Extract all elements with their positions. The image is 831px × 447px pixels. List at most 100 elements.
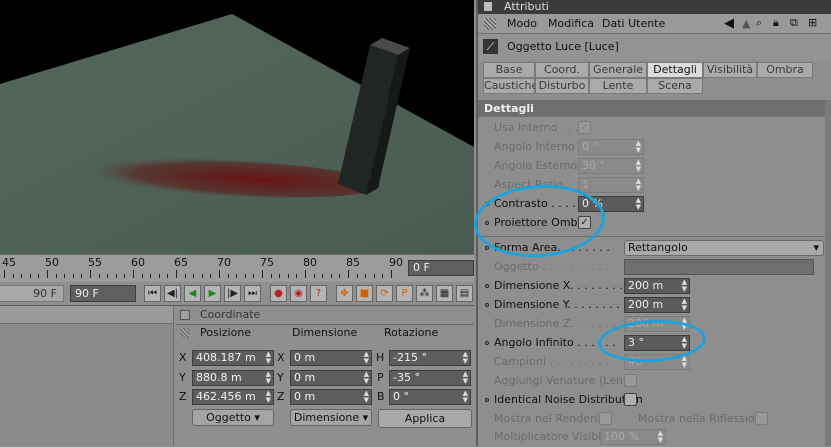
position-y-field[interactable]: 880.8 m ▲ ▼ xyxy=(192,370,274,386)
rotation-b-field[interactable]: 0 ° ▲ ▼ xyxy=(389,389,471,405)
menu-modo[interactable]: Modo xyxy=(507,17,537,30)
tab-generale[interactable]: Generale xyxy=(589,62,647,78)
apply-button[interactable]: Applica xyxy=(378,409,472,428)
lock-icon[interactable]: 🔒︎ xyxy=(773,16,779,30)
timeline-icon[interactable]: ▦ xyxy=(436,285,453,302)
keyframe-dot-icon[interactable] xyxy=(485,221,489,225)
go-to-end-icon[interactable]: ⏭ xyxy=(244,285,261,302)
keyframe-dot-icon[interactable] xyxy=(485,202,489,206)
range-start-field[interactable]: 90 F xyxy=(0,285,64,302)
help-icon[interactable]: ? xyxy=(310,285,327,302)
autokey-icon[interactable]: ◉ xyxy=(290,285,307,302)
play-backward-icon[interactable]: ◀ xyxy=(184,285,201,302)
tab-base[interactable]: Base xyxy=(483,62,535,78)
param-dimensione-y: Dimensione Y. . . . . . . . 200 m ▲ ▼ xyxy=(478,296,829,315)
tick-mark xyxy=(348,270,349,278)
timeline-ruler[interactable]: 45 50 55 60 65 70 75 80 85 90 xyxy=(0,254,474,282)
tick-mark xyxy=(115,274,117,278)
tick-mark xyxy=(72,274,74,278)
tab-visibilita[interactable]: Visibilità xyxy=(703,62,757,78)
tick-mark xyxy=(158,274,160,278)
object-header: ⟋ Oggetto Luce [Luce] xyxy=(478,34,831,60)
angolo-esterno-field[interactable]: 30 ° ▲ ▼ xyxy=(578,158,644,174)
dimension-mode-dropdown[interactable]: Dimensione ▾ xyxy=(290,409,372,426)
keyframe-dot-icon[interactable] xyxy=(485,284,489,288)
dimension-y-field[interactable]: 0 m ▲ ▼ xyxy=(290,370,372,386)
go-to-start-icon[interactable]: ⏮ xyxy=(144,285,161,302)
rotation-h-field[interactable]: -215 ° ▲ ▼ xyxy=(389,350,471,366)
oggetto-link-field[interactable] xyxy=(624,259,814,275)
move-icon[interactable]: ✥ xyxy=(336,285,353,302)
dimension-x-field[interactable]: 0 m ▲ ▼ xyxy=(290,350,372,366)
contrasto-field[interactable]: 0 % ▲ ▼ xyxy=(578,196,644,212)
tick-mark xyxy=(227,274,229,278)
attribute-manager: Attributi Modo Modifica Dati Utente ◀ ▲ … xyxy=(476,0,831,446)
new-window-icon[interactable]: ⊞ xyxy=(808,16,817,29)
next-key-icon[interactable]: |▶ xyxy=(224,285,241,302)
tick-mark xyxy=(47,270,48,278)
coord-toggle-checkbox[interactable] xyxy=(180,310,190,320)
dimensione-x-field[interactable]: 200 m ▲ ▼ xyxy=(624,278,690,294)
up-arrow-icon[interactable]: ▲ xyxy=(742,17,750,30)
attributes-scrollbar[interactable] xyxy=(825,100,831,446)
history-icon[interactable]: ⧉ xyxy=(790,16,798,30)
record-icon[interactable]: ● xyxy=(270,285,287,302)
aspect-ratio-field[interactable]: 1 ▲ ▼ xyxy=(578,177,644,193)
angolo-infinito-field[interactable]: 3 ° ▲ ▼ xyxy=(624,335,690,351)
search-icon[interactable]: ⌕ xyxy=(756,16,762,30)
keyframe-dot-icon[interactable] xyxy=(485,246,489,250)
tick-mark xyxy=(55,274,57,278)
tick-mark xyxy=(124,274,126,278)
keyframe-dot-icon[interactable] xyxy=(485,341,489,345)
range-end-field[interactable]: 90 F xyxy=(70,285,136,302)
tick-label: 65 xyxy=(174,256,188,269)
position-x-field[interactable]: 408.187 m ▲ ▼ xyxy=(192,350,274,366)
dimensione-z-field[interactable]: 200 m ▲ ▼ xyxy=(624,316,690,332)
proiettore-ombre-checkbox[interactable]: ✓ xyxy=(578,216,591,229)
back-arrow-icon[interactable]: ◀ xyxy=(724,16,734,31)
prev-key-icon[interactable]: ◀| xyxy=(164,285,181,302)
section-title: Dettagli xyxy=(478,100,829,117)
pla-icon[interactable]: ⁂ xyxy=(416,285,433,302)
usa-interno-checkbox[interactable]: ✓ xyxy=(578,121,591,134)
identical-noise-checkbox[interactable] xyxy=(624,393,637,406)
moltiplicatore-field[interactable]: 100 % ▲ ▼ xyxy=(600,429,666,445)
mostra-riflessione-checkbox[interactable] xyxy=(755,412,768,425)
axis-label-y: Y xyxy=(179,371,186,384)
chevron-down-icon: ▾ xyxy=(813,241,819,254)
grip-icon xyxy=(180,328,190,338)
tab-coord[interactable]: Coord. xyxy=(535,62,589,78)
tab-dettagli[interactable]: Dettagli xyxy=(647,62,703,78)
rotate-icon[interactable]: ⟳ xyxy=(376,285,393,302)
tab-ombra[interactable]: Ombra xyxy=(757,62,813,78)
menu-modifica[interactable]: Modifica xyxy=(548,17,594,30)
param-icon[interactable]: P xyxy=(396,285,413,302)
tab-scena[interactable]: Scena xyxy=(647,78,703,94)
tick-mark xyxy=(322,274,324,278)
position-z-field[interactable]: 462.456 m ▲ ▼ xyxy=(192,389,274,405)
param-forma-area: Forma Area. . . . . . . . Rettangolo ▾ xyxy=(478,239,829,258)
object-mode-dropdown[interactable]: Oggetto ▾ xyxy=(192,409,274,426)
aggiungi-venature-checkbox[interactable] xyxy=(624,374,637,387)
dimensione-y-field[interactable]: 200 m ▲ ▼ xyxy=(624,297,690,313)
param-proiettore-ombre: Proiettore Ombre ✓ xyxy=(478,214,829,233)
campioni-field[interactable]: 40 ▲ ▼ xyxy=(624,354,690,370)
tab-disturbo[interactable]: Disturbo xyxy=(535,78,589,94)
tab-caustiche[interactable]: Caustiche xyxy=(483,78,538,94)
keyframe-dot-icon[interactable] xyxy=(485,398,489,402)
tick-mark xyxy=(356,274,358,278)
scale-icon[interactable]: ■ xyxy=(356,285,373,302)
play-forward-icon[interactable]: ▶ xyxy=(204,285,221,302)
dimension-z-field[interactable]: 0 m ▲ ▼ xyxy=(290,389,372,405)
layout-icon[interactable]: ▤ xyxy=(456,285,473,302)
rotation-p-field[interactable]: -35 ° ▲ ▼ xyxy=(389,370,471,386)
menu-dati-utente[interactable]: Dati Utente xyxy=(602,17,665,30)
viewport-3d[interactable] xyxy=(0,0,474,254)
mostra-rendering-checkbox[interactable] xyxy=(599,412,612,425)
current-frame-field[interactable]: 0 F xyxy=(408,260,474,276)
forma-area-dropdown[interactable]: Rettangolo ▾ xyxy=(624,240,824,256)
angolo-interno-field[interactable]: 0 ° ▲ ▼ xyxy=(578,139,644,155)
tick-label: 75 xyxy=(260,256,274,269)
tab-lente[interactable]: Lente xyxy=(589,78,647,94)
keyframe-dot-icon[interactable] xyxy=(485,303,489,307)
